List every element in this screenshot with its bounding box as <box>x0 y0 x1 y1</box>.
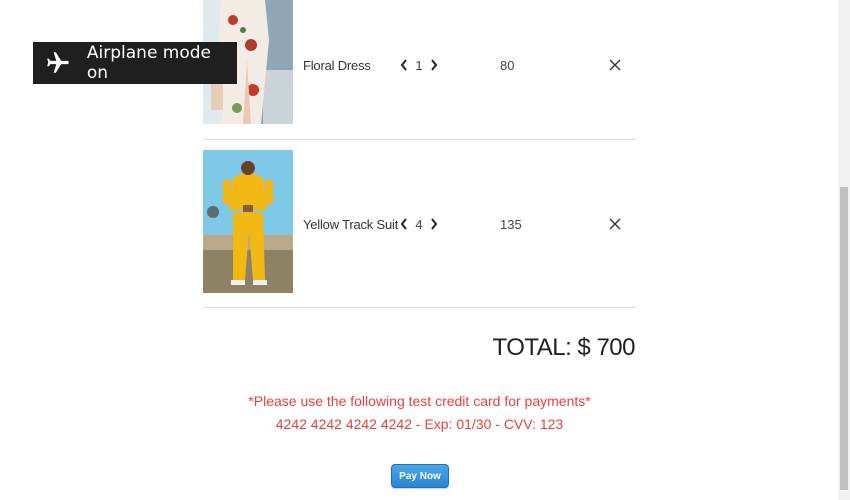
quantity-value: 4 <box>415 216 423 232</box>
test-card-info: 4242 4242 4242 4242 - Exp: 01/30 - CVV: … <box>275 416 564 432</box>
chevron-right-icon[interactable] <box>429 217 439 231</box>
remove-item-icon[interactable] <box>608 217 622 231</box>
pay-now-button[interactable]: Pay Now <box>391 464 449 488</box>
remove-item-icon[interactable] <box>608 58 622 72</box>
cart-total: TOTAL: $ 700 <box>492 334 635 361</box>
airplane-mode-toast: Airplane mode on <box>33 42 237 84</box>
quantity-stepper: 1 <box>399 55 439 75</box>
cart-item-row: Floral Dress 1 80 <box>203 0 636 140</box>
cart-item-row: Yellow Track Suit 4 135 <box>203 150 636 300</box>
airplane-icon <box>47 52 69 73</box>
item-price: 135 <box>500 217 522 232</box>
chevron-left-icon[interactable] <box>399 217 409 231</box>
item-name: Floral Dress <box>303 58 371 73</box>
chevron-right-icon[interactable] <box>429 58 439 72</box>
payment-note: *Please use the following test credit ca… <box>248 393 591 409</box>
quantity-value: 1 <box>415 57 423 73</box>
item-name: Yellow Track Suit <box>303 217 399 232</box>
vertical-scrollbar[interactable] <box>838 0 850 500</box>
quantity-stepper: 4 <box>399 214 439 234</box>
yellow-track-suit-image <box>203 150 293 293</box>
row-divider <box>203 307 636 308</box>
toast-label: Airplane mode on <box>86 43 212 83</box>
item-price: 80 <box>500 58 515 73</box>
row-divider <box>203 139 636 140</box>
scrollbar-thumb[interactable] <box>840 187 848 490</box>
chevron-left-icon[interactable] <box>399 58 409 72</box>
